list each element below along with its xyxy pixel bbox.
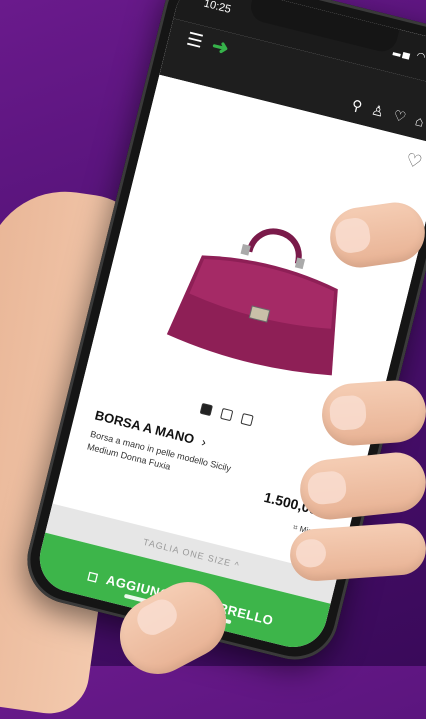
gallery-dot-2[interactable] (219, 407, 233, 422)
finger-middle (319, 378, 426, 448)
signal-wifi-battery-icon: ▂▄ ◠ ▭ (392, 44, 426, 68)
heart-outline-icon[interactable]: ♡ (404, 149, 424, 173)
finger-pinky (288, 521, 426, 583)
gallery-dot-3[interactable] (239, 412, 254, 427)
gallery-dot-1[interactable] (199, 402, 213, 417)
hamburger-icon[interactable]: ☰ (184, 29, 205, 53)
shopping-bag-icon: ◻ (85, 567, 101, 585)
status-time: 10:25 (202, 0, 233, 16)
arrow-right-icon[interactable]: ➜ (209, 33, 231, 61)
chevron-right-icon: › (200, 434, 208, 450)
